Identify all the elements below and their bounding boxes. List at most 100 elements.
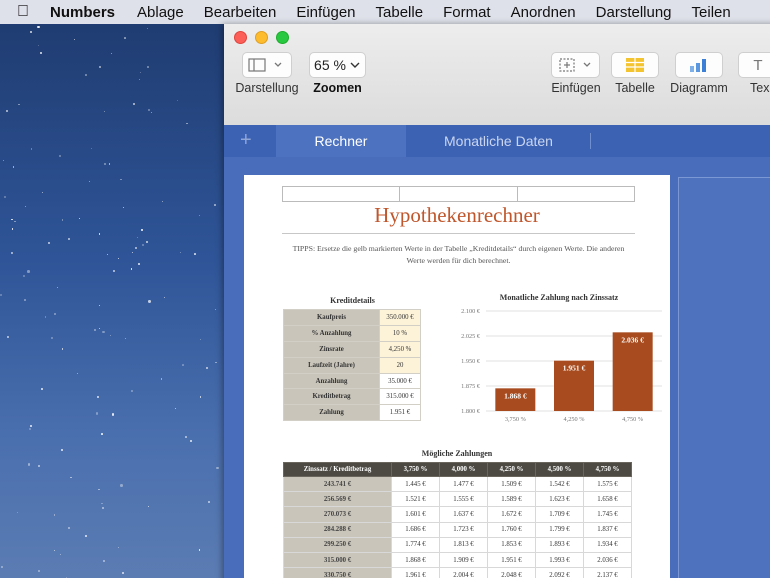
table-cell[interactable]: 1.951 €: [487, 551, 536, 569]
table-cell[interactable]: 1.709 €: [535, 506, 584, 523]
star-decoration: [214, 204, 216, 206]
table-cell[interactable]: 2.092 €: [535, 567, 584, 578]
table-cell[interactable]: 1.853 €: [487, 536, 536, 553]
menu-ablage[interactable]: Ablage: [127, 4, 194, 21]
star-decoration: [10, 252, 13, 255]
table-cell[interactable]: 1.637 €: [439, 506, 488, 523]
y-tick-label: 1.875 €: [461, 383, 481, 390]
bar-data-label: 2.036 €: [621, 335, 644, 344]
kreditdetails-input-cell[interactable]: 350.000 €: [379, 309, 421, 326]
table-cell[interactable]: 1.623 €: [535, 491, 584, 508]
menu-tabelle[interactable]: Tabelle: [366, 4, 434, 21]
star-decoration: [177, 99, 179, 101]
kreditdetails-label: Laufzeit (Jahre): [283, 356, 380, 374]
star-decoration: [98, 65, 102, 69]
einfuegen-button[interactable]: [551, 52, 600, 78]
star-decoration: [41, 192, 43, 194]
text-label: Tex: [750, 81, 770, 95]
table-cell[interactable]: 1.445 €: [391, 475, 440, 493]
menu-einfuegen[interactable]: Einfügen: [286, 4, 365, 21]
table-cell[interactable]: 1.760 €: [487, 521, 536, 538]
diagramm-button[interactable]: [675, 52, 723, 78]
menu-teilen[interactable]: Teilen: [682, 4, 741, 21]
apple-icon[interactable]: : [0, 3, 46, 21]
kreditdetails-value[interactable]: 315.000 €: [379, 388, 421, 406]
table-cell[interactable]: 1.993 €: [535, 551, 584, 569]
table-cell[interactable]: 1.868 €: [391, 551, 440, 569]
table-cell[interactable]: 2.137 €: [583, 567, 632, 578]
row-header-cell[interactable]: 256.569 €: [283, 491, 392, 508]
minimize-window-button[interactable]: [255, 31, 268, 44]
star-decoration: [53, 549, 56, 551]
table-cell[interactable]: 1.542 €: [535, 475, 584, 493]
table-cell[interactable]: 2.048 €: [487, 567, 536, 578]
menu-app-name[interactable]: Numbers: [46, 4, 127, 21]
table-cell[interactable]: 2.004 €: [439, 567, 488, 578]
add-sheet-icon[interactable]: +: [240, 129, 252, 152]
row-header-cell[interactable]: 330.750 €: [283, 567, 392, 578]
sheet-tab-bar: + Rechner Monatliche Daten: [224, 125, 770, 157]
text-button[interactable]: T: [738, 52, 770, 78]
table-cell[interactable]: 1.893 €: [535, 536, 584, 553]
tabelle-button[interactable]: [611, 52, 659, 78]
table-cell[interactable]: 1.601 €: [391, 506, 440, 523]
table-cell[interactable]: 1.909 €: [439, 551, 488, 569]
table-cell[interactable]: 1.555 €: [439, 491, 488, 508]
star-decoration: [148, 300, 151, 303]
kreditdetails-input-cell[interactable]: 4,250 %: [379, 340, 421, 358]
table-cell[interactable]: 1.934 €: [583, 536, 632, 553]
table-cell[interactable]: 1.723 €: [439, 521, 488, 538]
kreditdetails-label: Zinsrate: [283, 340, 380, 358]
table-cell[interactable]: 1.509 €: [487, 475, 536, 493]
table-row: 315.000 €1.868 €1.909 €1.951 €1.993 €2.0…: [283, 551, 632, 569]
close-window-button[interactable]: [234, 31, 247, 44]
row-header-cell[interactable]: 315.000 €: [283, 551, 392, 569]
tab-rechner[interactable]: Rechner: [276, 125, 406, 157]
row-header-cell[interactable]: 243.741 €: [283, 475, 392, 493]
menu-format[interactable]: Format: [433, 4, 501, 21]
table-cell[interactable]: 1.813 €: [439, 536, 488, 553]
star-decoration: [146, 240, 149, 243]
fullscreen-window-button[interactable]: [276, 31, 289, 44]
table-cell[interactable]: 1.477 €: [439, 475, 488, 493]
star-decoration: [23, 275, 26, 278]
star-decoration: [199, 396, 202, 398]
kreditdetails-label: % Anzahlung: [283, 324, 380, 342]
row-header-cell[interactable]: 299.250 €: [283, 536, 392, 553]
star-decoration: [107, 253, 109, 255]
table-cell[interactable]: 1.589 €: [487, 491, 536, 508]
table-cell[interactable]: 1.799 €: [535, 521, 584, 538]
tab-monatliche-daten[interactable]: Monatliche Daten: [406, 125, 591, 157]
star-decoration: [162, 201, 164, 203]
zoom-select[interactable]: 65 %: [309, 52, 366, 78]
star-decoration: [141, 229, 143, 231]
kreditdetails-row: Zahlung 1.951 €: [283, 404, 421, 422]
star-decoration: [53, 513, 56, 516]
menu-anordnen[interactable]: Anordnen: [501, 4, 586, 21]
table-cell[interactable]: 2.036 €: [583, 551, 632, 569]
kreditdetails-input-cell[interactable]: 20: [379, 356, 421, 374]
table-cell[interactable]: 1.686 €: [391, 521, 440, 538]
menu-darstellung[interactable]: Darstellung: [586, 4, 682, 21]
star-decoration: [41, 388, 43, 390]
darstellung-button[interactable]: [242, 52, 292, 78]
kreditdetails-value[interactable]: 35.000 €: [379, 372, 421, 390]
row-header-cell[interactable]: 270.073 €: [283, 506, 392, 523]
table-cell[interactable]: 1.575 €: [583, 475, 632, 493]
kreditdetails-input-cell[interactable]: 10 %: [379, 324, 421, 342]
table-cell[interactable]: 1.658 €: [583, 491, 632, 508]
table-cell[interactable]: 1.672 €: [487, 506, 536, 523]
kreditdetails-value[interactable]: 1.951 €: [379, 404, 421, 422]
kreditdetails-table: Kaufpreis 350.000 €% Anzahlung 10 % Zinsrat…: [283, 309, 421, 422]
row-header-cell[interactable]: 284.288 €: [283, 521, 392, 538]
menu-bearbeiten[interactable]: Bearbeiten: [194, 4, 287, 21]
bar-data-label: 1.868 €: [504, 391, 527, 400]
table-cell[interactable]: 1.521 €: [391, 491, 440, 508]
table-cell[interactable]: 1.837 €: [583, 521, 632, 538]
table-cell[interactable]: 1.961 €: [391, 567, 440, 578]
table-cell[interactable]: 1.745 €: [583, 506, 632, 523]
payment-bar-chart[interactable]: 1.800 € 1.875 € 1.950 € 2.025 € 2.100 € 1.868…: [440, 303, 670, 443]
kreditdetails-row: Laufzeit (Jahre) 20: [283, 356, 421, 374]
table-cell[interactable]: 1.774 €: [391, 536, 440, 553]
star-decoration: [109, 334, 112, 336]
